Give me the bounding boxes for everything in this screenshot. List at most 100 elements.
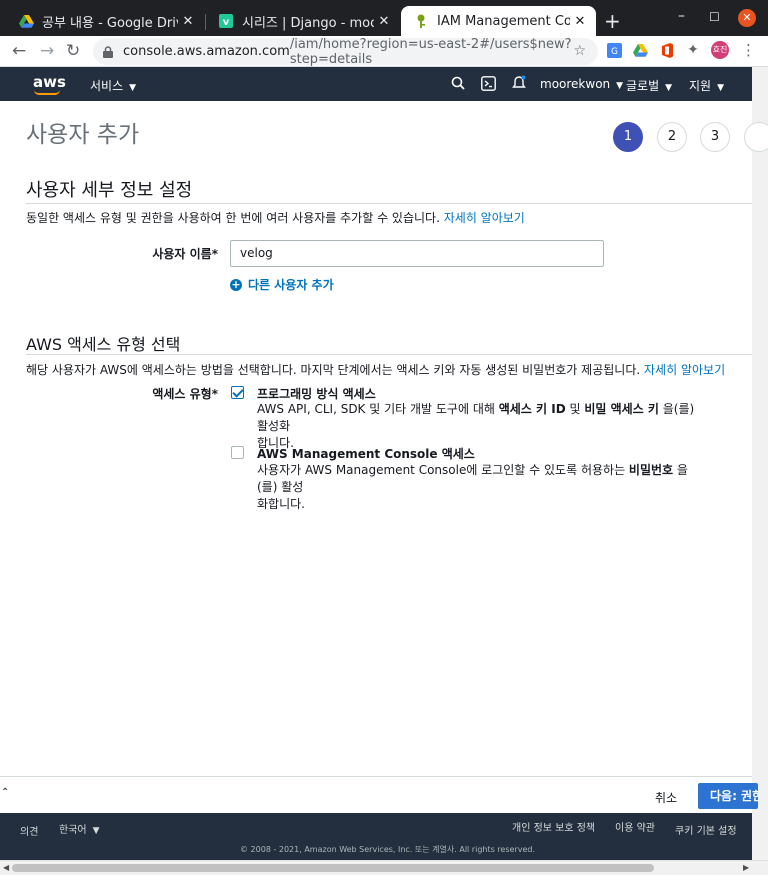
office-icon[interactable] xyxy=(659,42,675,58)
window-close-icon[interactable]: ✕ xyxy=(738,9,756,27)
caret-down-icon: ▼ xyxy=(717,83,725,93)
scroll-right-icon[interactable]: ▶ xyxy=(743,863,749,872)
url-path: /iam/home?region=us-east-2#/users$new?st… xyxy=(289,36,572,67)
next-permissions-button[interactable]: 다음: 권한 xyxy=(698,783,758,809)
forward-icon[interactable]: → xyxy=(40,41,54,61)
close-icon[interactable]: ✕ xyxy=(374,14,394,29)
console-access-checkbox[interactable] xyxy=(231,446,244,459)
velog-icon: v xyxy=(218,13,234,29)
search-icon[interactable] xyxy=(451,76,465,93)
access-description-text: 해당 사용자가 AWS에 액세스하는 방법을 선택합니다. 마지막 단계에서는 … xyxy=(26,363,641,377)
close-icon[interactable]: ✕ xyxy=(570,14,590,29)
resize-handle-icon: ⌃ xyxy=(1,787,10,798)
profile-avatar[interactable]: 효진 xyxy=(711,41,729,59)
google-translate-icon[interactable]: G xyxy=(606,42,622,58)
aws-logo-smile xyxy=(34,90,60,95)
account-name: moorekwon xyxy=(540,77,611,91)
add-another-user-link[interactable]: + 다른 사용자 추가 xyxy=(230,276,334,293)
details-description-text: 동일한 액세스 유형 및 권한을 사용하여 한 번에 여러 사용자를 추가할 수… xyxy=(26,211,440,225)
region-menu[interactable]: 글로벌 ▼ xyxy=(626,77,672,94)
privacy-policy-link[interactable]: 개인 정보 보호 정책 xyxy=(512,819,595,834)
desc-text: 및 xyxy=(565,402,585,416)
new-tab-icon[interactable]: + xyxy=(604,9,621,33)
tab-title: 공부 내용 - Google Drive xyxy=(42,15,178,31)
scroll-left-icon[interactable]: ◀ xyxy=(3,863,9,872)
console-footer: 의견 한국어 ▼ 개인 정보 보호 정책 이용 약관 쿠키 기본 설정 © 200… xyxy=(0,813,752,860)
desc-bold: 비밀번호 xyxy=(628,463,674,477)
minimize-icon[interactable]: – xyxy=(678,8,685,24)
username-input[interactable]: velog xyxy=(230,240,604,267)
learn-more-link[interactable]: 자세히 알아보기 xyxy=(644,363,725,377)
support-menu[interactable]: 지원 ▼ xyxy=(689,77,724,94)
vertical-scrollbar[interactable] xyxy=(752,67,768,860)
svg-text:G: G xyxy=(611,47,618,57)
svg-text:v: v xyxy=(223,17,230,28)
divider xyxy=(26,354,752,355)
cookie-preferences-link[interactable]: 쿠키 기본 설정 xyxy=(675,822,737,837)
maximize-icon[interactable]: ☐ xyxy=(709,10,720,24)
tab-google-drive[interactable]: 공부 내용 - Google Drive ✕ xyxy=(6,6,204,36)
programmatic-access-title: 프로그래밍 방식 액세스 xyxy=(257,387,376,401)
caret-down-icon: ▼ xyxy=(129,83,137,93)
services-menu[interactable]: 서비스 ▼ xyxy=(90,77,136,94)
google-drive-extension-icon[interactable] xyxy=(632,42,648,58)
desc-text: AWS API, CLI, SDK 및 기타 개발 도구에 대해 xyxy=(257,402,499,416)
desc-bold: 비밀 액세스 키 xyxy=(584,402,659,416)
tab-strip: 공부 내용 - Google Drive ✕ v 시리즈 | Django - … xyxy=(0,0,768,36)
url-host: console.aws.amazon.com xyxy=(123,44,290,59)
page-title: 사용자 추가 xyxy=(26,122,140,148)
feedback-link[interactable]: 의견 xyxy=(20,823,38,838)
tab-velog[interactable]: v 시리즈 | Django - moorekw ✕ xyxy=(206,6,400,36)
language-selector[interactable]: 한국어 ▼ xyxy=(59,821,100,836)
console-access-description: 사용자가 AWS Management Console에 로그인할 수 있도록 … xyxy=(257,462,707,513)
step-2[interactable]: 2 xyxy=(657,122,687,152)
language-label: 한국어 xyxy=(59,825,87,836)
support-label: 지원 xyxy=(689,79,712,93)
step-4-partial[interactable] xyxy=(744,122,768,152)
caret-down-icon: ▼ xyxy=(665,83,673,93)
bookmark-star-icon[interactable]: ☆ xyxy=(573,43,586,59)
cancel-button[interactable]: 취소 xyxy=(655,789,677,806)
cloudshell-icon[interactable] xyxy=(481,76,496,94)
access-description: 해당 사용자가 AWS에 액세스하는 방법을 선택합니다. 마지막 단계에서는 … xyxy=(26,361,725,378)
step-3[interactable]: 3 xyxy=(700,122,730,152)
horizontal-scrollbar[interactable]: ◀ ▶ xyxy=(0,860,768,875)
account-menu[interactable]: moorekwon ▼ xyxy=(540,77,623,91)
address-bar[interactable]: console.aws.amazon.com/iam/home?region=u… xyxy=(93,36,598,67)
region-label: 글로벌 xyxy=(626,79,660,93)
tab-title: 시리즈 | Django - moorekw xyxy=(242,15,374,31)
programmatic-access-checkbox[interactable] xyxy=(231,386,244,399)
terms-link[interactable]: 이용 약관 xyxy=(615,819,655,834)
extensions-puzzle-icon[interactable]: ✦ xyxy=(685,42,701,58)
lock-icon xyxy=(103,46,113,58)
back-icon[interactable]: ← xyxy=(12,41,26,61)
console-access-title: AWS Management Console 액세스 xyxy=(257,447,475,461)
reload-icon[interactable]: ↻ xyxy=(66,41,80,61)
access-heading: AWS 액세스 유형 선택 xyxy=(26,335,181,354)
close-icon[interactable]: ✕ xyxy=(178,14,198,29)
aws-top-nav: aws 서비스 ▼ moorekwon ▼ 글로벌 ▼ 지원 ▼ xyxy=(0,67,752,101)
divider xyxy=(26,203,752,204)
details-heading: 사용자 세부 정보 설정 xyxy=(26,180,193,201)
aws-iam-icon xyxy=(413,13,429,29)
scrollbar-thumb[interactable] xyxy=(12,864,654,872)
wizard-action-bar: ⌃ 취소 다음: 권한 xyxy=(0,776,758,813)
google-drive-icon xyxy=(18,13,34,29)
aws-logo[interactable]: aws xyxy=(33,73,66,91)
browser-window: 공부 내용 - Google Drive ✕ v 시리즈 | Django - … xyxy=(0,0,768,875)
learn-more-link[interactable]: 자세히 알아보기 xyxy=(444,211,525,225)
tab-iam-management-console[interactable]: IAM Management Conso ✕ xyxy=(401,6,596,36)
caret-down-icon: ▼ xyxy=(92,826,100,836)
browser-menu-icon[interactable]: ⋮ xyxy=(741,41,756,59)
desc-text: 사용자가 AWS Management Console에 로그인할 수 있도록 … xyxy=(257,463,629,477)
details-description: 동일한 액세스 유형 및 권한을 사용하여 한 번에 여러 사용자를 추가할 수… xyxy=(26,209,525,226)
browser-toolbar: ← → ↻ console.aws.amazon.com/iam/home?re… xyxy=(0,36,768,67)
notifications-bell-icon[interactable] xyxy=(511,75,527,94)
access-type-label: 액세스 유형* xyxy=(152,387,218,401)
step-1[interactable]: 1 xyxy=(613,122,643,152)
copyright-text: © 2008 - 2021, Amazon Web Services, Inc.… xyxy=(240,845,536,854)
desc-bold: 액세스 키 ID xyxy=(498,402,566,416)
add-another-user-label: 다른 사용자 추가 xyxy=(248,278,334,292)
tab-title: IAM Management Conso xyxy=(437,13,570,29)
username-label: 사용자 이름* xyxy=(152,247,218,261)
